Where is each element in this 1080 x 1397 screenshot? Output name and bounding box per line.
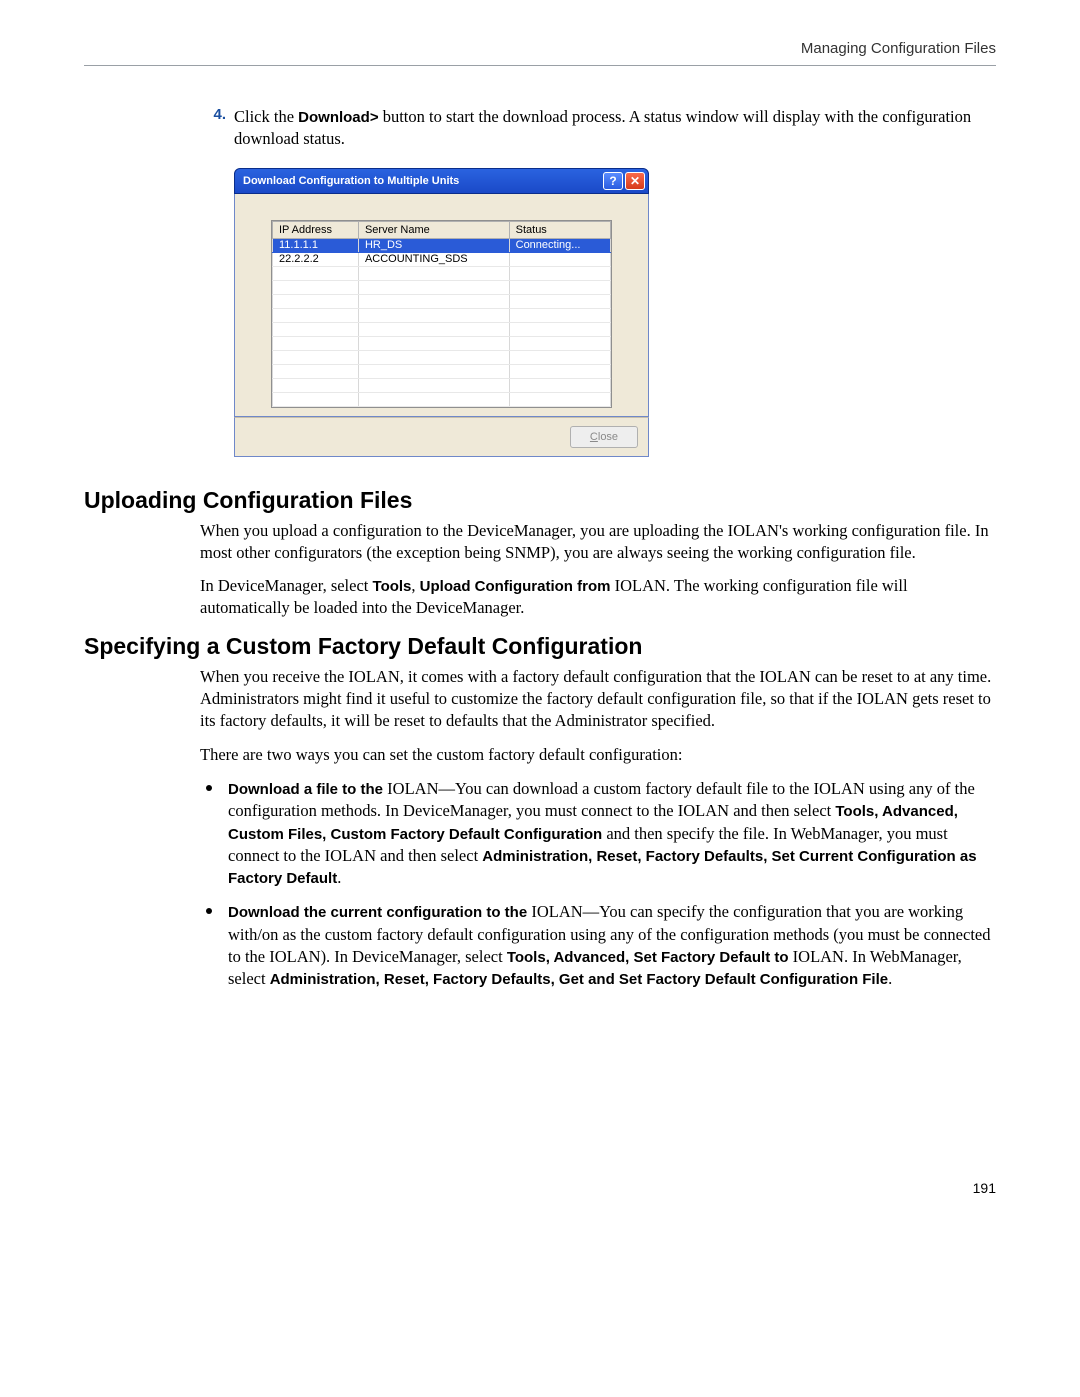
close-icon[interactable]: ✕ <box>625 172 645 190</box>
table-row[interactable] <box>273 392 611 406</box>
t: In DeviceManager, select <box>200 576 373 595</box>
table-cell <box>273 322 359 336</box>
table-cell <box>509 392 610 406</box>
table-cell <box>358 336 509 350</box>
sec2-p2: There are two ways you can set the custo… <box>200 744 996 766</box>
table-cell <box>358 266 509 280</box>
table-cell: 22.2.2.2 <box>273 252 359 266</box>
header-rule <box>84 65 996 66</box>
table-cell: Connecting... <box>509 238 610 252</box>
step-text: Click the Download> button to start the … <box>234 106 996 150</box>
running-header: Managing Configuration Files <box>84 40 996 57</box>
table-cell <box>509 252 610 266</box>
step-pre: Click the <box>234 107 298 126</box>
table-cell <box>273 392 359 406</box>
table-cell <box>273 294 359 308</box>
bold-tools: Tools <box>373 578 412 595</box>
step-4: 4. Click the Download> button to start t… <box>194 106 996 150</box>
table-cell <box>273 266 359 280</box>
table-row[interactable]: 11.1.1.1HR_DSConnecting... <box>273 238 611 252</box>
table-cell: 11.1.1.1 <box>273 238 359 252</box>
table-row[interactable] <box>273 294 611 308</box>
list-item: Download a file to the IOLAN—You can dow… <box>200 778 996 889</box>
table-cell <box>273 378 359 392</box>
table-row[interactable] <box>273 364 611 378</box>
table-cell <box>509 322 610 336</box>
b: Administration, Reset, Factory Defaults,… <box>270 971 888 988</box>
table-cell <box>509 336 610 350</box>
page-number: 191 <box>84 1180 996 1196</box>
table-cell <box>358 280 509 294</box>
table-cell <box>509 280 610 294</box>
table-cell <box>358 308 509 322</box>
units-table: IP Address Server Name Status 11.1.1.1HR… <box>272 221 611 407</box>
table-cell <box>358 392 509 406</box>
col-status[interactable]: Status <box>509 221 610 238</box>
table-cell <box>358 322 509 336</box>
sec1-p2: In DeviceManager, select Tools, Upload C… <box>200 575 996 619</box>
table-cell <box>358 294 509 308</box>
t: . <box>337 868 341 887</box>
heading-uploading: Uploading Configuration Files <box>84 487 996 514</box>
list-item: Download the current configuration to th… <box>200 901 996 990</box>
table-row[interactable] <box>273 378 611 392</box>
b: Tools, Advanced, Set Factory Default to <box>507 949 789 966</box>
table-cell <box>273 308 359 322</box>
table-row[interactable] <box>273 350 611 364</box>
sec2-p1: When you receive the IOLAN, it comes wit… <box>200 666 996 732</box>
table-cell: HR_DS <box>358 238 509 252</box>
table-cell <box>509 266 610 280</box>
dialog-title: Download Configuration to Multiple Units <box>243 175 459 187</box>
table-cell <box>273 350 359 364</box>
table-cell <box>273 280 359 294</box>
dialog-footer: Close <box>234 417 649 457</box>
b: Download a file to the <box>228 781 387 798</box>
heading-factory-default: Specifying a Custom Factory Default Conf… <box>84 633 996 660</box>
download-dialog: Download Configuration to Multiple Units… <box>234 168 649 457</box>
table-cell <box>509 294 610 308</box>
sec1-p1: When you upload a configuration to the D… <box>200 520 996 564</box>
table-cell <box>358 350 509 364</box>
table-row[interactable] <box>273 280 611 294</box>
dialog-body: IP Address Server Name Status 11.1.1.1HR… <box>234 194 649 417</box>
table-cell: ACCOUNTING_SDS <box>358 252 509 266</box>
col-ip[interactable]: IP Address <box>273 221 359 238</box>
table-row[interactable]: 22.2.2.2ACCOUNTING_SDS <box>273 252 611 266</box>
t: . <box>888 969 892 988</box>
table-row[interactable] <box>273 322 611 336</box>
table-cell <box>509 350 610 364</box>
download-bold: Download> <box>298 109 378 126</box>
table-cell <box>273 336 359 350</box>
bold-upload: Upload Configuration from <box>420 578 611 595</box>
factory-default-options: Download a file to the IOLAN—You can dow… <box>200 778 996 990</box>
col-server[interactable]: Server Name <box>358 221 509 238</box>
step-number: 4. <box>194 106 234 150</box>
table-cell <box>509 378 610 392</box>
table-cell <box>273 364 359 378</box>
b: Download the current configuration to th… <box>228 904 531 921</box>
table-row[interactable] <box>273 308 611 322</box>
close-button[interactable]: Close <box>570 426 638 448</box>
close-btn-rest: lose <box>598 431 618 443</box>
table-cell <box>358 364 509 378</box>
table-row[interactable] <box>273 336 611 350</box>
table-cell <box>509 364 610 378</box>
table-row[interactable] <box>273 266 611 280</box>
t: , <box>411 576 419 595</box>
help-icon[interactable]: ? <box>603 172 623 190</box>
table-cell <box>509 308 610 322</box>
dialog-titlebar[interactable]: Download Configuration to Multiple Units… <box>234 168 649 194</box>
table-cell <box>358 378 509 392</box>
